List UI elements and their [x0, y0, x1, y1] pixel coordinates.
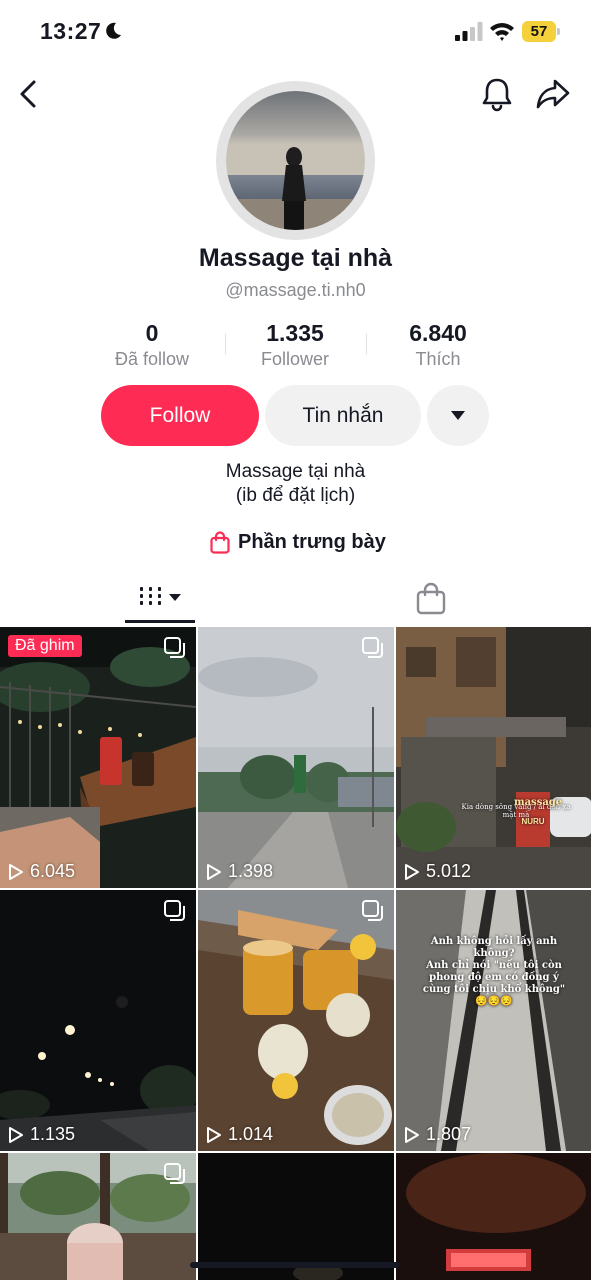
- video-thumbnail[interactable]: 1.135: [0, 890, 196, 1151]
- multi-photo-icon: [164, 900, 185, 921]
- sign-text: massage: [514, 797, 563, 808]
- active-tab-indicator: [125, 620, 195, 623]
- moon-icon: [106, 22, 121, 39]
- stat-following[interactable]: 0 Đã follow: [77, 320, 227, 370]
- profile-name: Massage tại nhà: [198, 244, 393, 272]
- view-count: 1.014: [206, 1124, 273, 1145]
- play-icon: [405, 1126, 419, 1143]
- bell-icon[interactable]: [480, 76, 514, 112]
- profile-handle: @massage.ti.nh0: [225, 280, 366, 300]
- stat-followers-value: 1.335: [266, 320, 324, 346]
- video-thumbnail[interactable]: 1.014: [198, 890, 394, 1151]
- video-thumbnail[interactable]: Kia dòng sông vắng / ai đón xa mặt mà ma…: [396, 627, 591, 888]
- video-caption: Anh chỉ nói "nếu tôi còn phong độ em có …: [422, 960, 566, 1007]
- tab-videos[interactable]: [125, 580, 195, 620]
- stat-followers[interactable]: 1.335 Follower: [220, 320, 370, 370]
- view-count: 1.135: [8, 1124, 75, 1145]
- more-options-button[interactable]: [427, 385, 489, 446]
- video-thumbnail[interactable]: [198, 1153, 394, 1280]
- battery-indicator: 57: [522, 21, 560, 42]
- stat-likes-value: 6.840: [409, 320, 467, 346]
- share-icon[interactable]: [535, 77, 571, 111]
- view-count: 5.012: [404, 861, 471, 882]
- video-thumbnail[interactable]: Anh không hỏi lấy anh không? Anh chỉ nói…: [396, 890, 591, 1151]
- stat-following-label: Đã follow: [114, 349, 190, 369]
- stat-followers-label: Follower: [260, 349, 330, 369]
- status-bar: 13:27 57: [0, 0, 591, 64]
- view-count: 1.398: [206, 861, 273, 882]
- avatar[interactable]: [226, 91, 365, 230]
- multi-photo-icon: [164, 637, 185, 658]
- play-icon: [207, 863, 221, 880]
- multi-photo-icon: [362, 900, 383, 921]
- video-thumbnail[interactable]: [396, 1153, 591, 1280]
- view-count: 1.807: [404, 1124, 471, 1145]
- showcase-label: Phần trưng bày: [238, 530, 386, 553]
- bio-line: Massage tại nhà: [225, 461, 366, 482]
- showcase-link[interactable]: Phần trưng bày: [210, 528, 386, 556]
- play-icon: [9, 863, 23, 880]
- play-icon: [9, 1126, 23, 1143]
- back-icon[interactable]: [14, 78, 46, 110]
- stat-likes-label: Thích: [415, 349, 461, 369]
- stat-following-value: 0: [145, 320, 159, 346]
- wifi-icon: [490, 23, 514, 41]
- video-thumbnail[interactable]: 1.398: [198, 627, 394, 888]
- signal-icon: [455, 22, 483, 41]
- multi-photo-icon: [362, 637, 383, 658]
- pinned-badge: Đã ghim: [8, 635, 82, 657]
- status-time: 13:27: [40, 18, 102, 44]
- message-button[interactable]: Tin nhắn: [265, 385, 421, 446]
- video-thumbnail[interactable]: Đã ghim 6.045: [0, 627, 196, 888]
- play-icon: [207, 1126, 221, 1143]
- multi-photo-icon: [164, 1163, 185, 1184]
- video-caption: Anh không hỏi lấy anh không?: [430, 936, 558, 959]
- stat-likes[interactable]: 6.840 Thích: [363, 320, 513, 370]
- view-count: 6.045: [8, 861, 75, 882]
- shopping-bag-icon[interactable]: [415, 582, 447, 616]
- shopping-bag-icon: [210, 530, 230, 554]
- play-icon: [405, 863, 419, 880]
- sign-subtext: NURU: [521, 817, 545, 826]
- grid-icon: [140, 587, 181, 605]
- follow-button[interactable]: Follow: [101, 385, 259, 446]
- chevron-down-icon: [451, 410, 465, 420]
- home-indicator: [190, 1262, 400, 1268]
- video-thumbnail[interactable]: [0, 1153, 196, 1280]
- bio-line: (ib để đặt lịch): [235, 485, 356, 506]
